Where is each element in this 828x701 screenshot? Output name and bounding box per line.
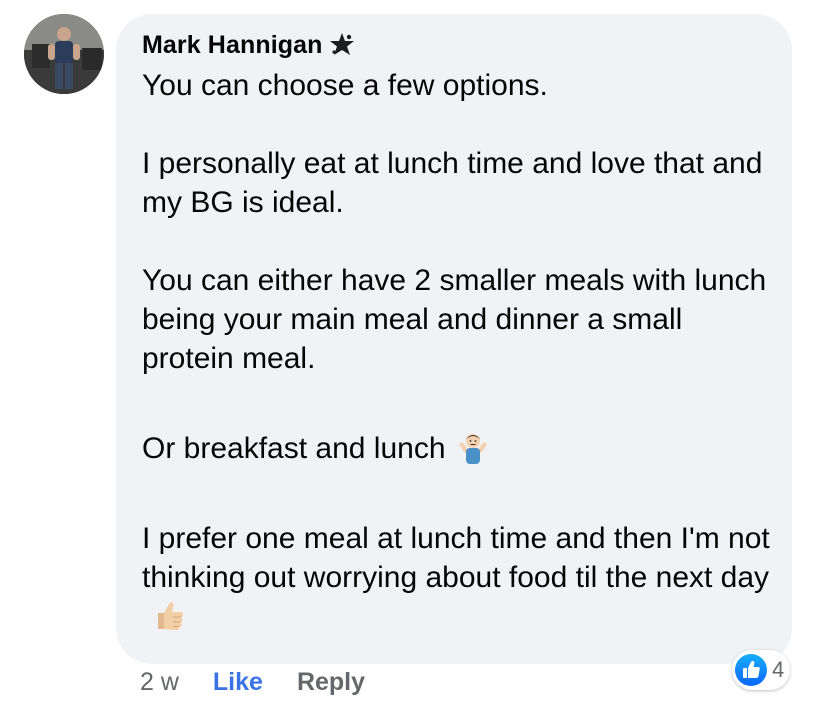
comment-timestamp[interactable]: 2 w [140,668,179,697]
comment-paragraph: I personally eat at lunch time and love … [142,147,763,219]
comment-paragraph: You can choose a few options. [142,69,548,102]
comment-paragraph: You can either have 2 smaller meals with… [142,264,767,375]
reply-button[interactable]: Reply [297,668,365,697]
person-shrugging-emoji [456,430,490,464]
thumbs-up-emoji [152,598,186,632]
comment-paragraph-with-emoji: I prefer one meal at lunch time and then… [142,519,782,636]
author-name[interactable]: Mark Hannigan [142,31,323,60]
reaction-count: 4 [772,657,785,682]
author-row: Mark Hannigan [142,30,355,60]
comment-actions: 2 w Like Reply [140,666,365,698]
comment-bubble: Mark Hannigan You can choose a few optio… [116,14,792,664]
comment-text: You can choose a few options. I personal… [142,66,782,636]
avatar[interactable] [24,14,104,94]
reactions-summary[interactable]: 4 [732,650,791,690]
like-button[interactable]: Like [213,668,263,697]
comment-paragraph-text: Or breakfast and lunch [142,432,446,465]
comment-thread: Mark Hannigan You can choose a few optio… [0,0,828,701]
comment-paragraph-text: I prefer one meal at lunch time and then… [142,522,770,594]
like-reaction-icon [734,653,768,687]
comment-paragraph-with-emoji: Or breakfast and lunch [142,429,782,468]
top-fan-star-icon[interactable] [329,32,355,58]
